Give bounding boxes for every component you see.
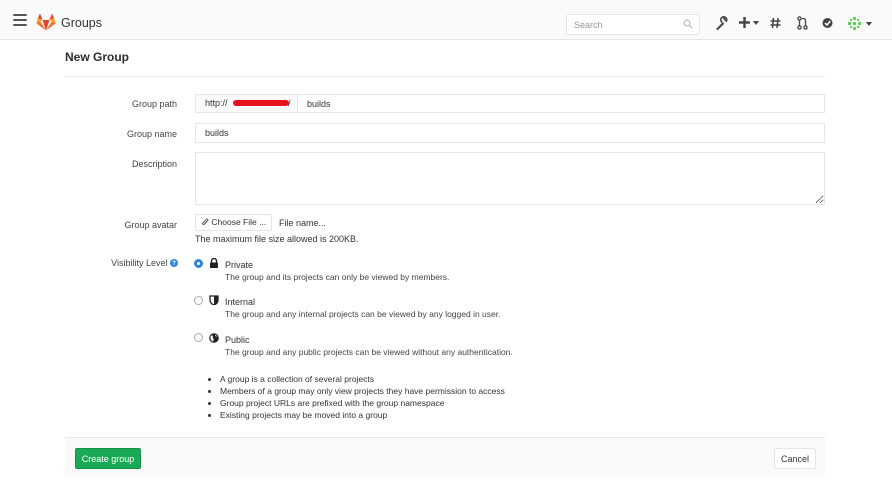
svg-text:?: ? (172, 261, 176, 267)
todo-check-icon[interactable] (822, 15, 833, 31)
plus-icon (739, 17, 750, 28)
cancel-button[interactable]: Cancel (774, 448, 816, 469)
group-name-input[interactable] (195, 123, 825, 143)
user-avatar (847, 16, 862, 31)
visibility-internal-title: Internal (225, 297, 256, 307)
visibility-level-label: Visibility Level ? (111, 258, 178, 268)
group-avatar-label: Group avatar (124, 220, 177, 230)
title-divider (65, 76, 825, 77)
paperclip-icon (202, 218, 209, 225)
gitlab-logo[interactable] (36, 13, 56, 31)
visibility-private-title: Private (225, 260, 254, 270)
description-label: Description (131, 159, 177, 169)
redacted-host (233, 100, 289, 106)
visibility-level-text: Visibility Level (111, 258, 168, 268)
chevron-down-icon (866, 22, 872, 26)
visibility-public-radio[interactable] (194, 333, 203, 342)
group-path-prefix-text: http:// (205, 98, 228, 108)
list-item: Group project URLs are prefixed with the… (220, 397, 505, 409)
group-path-label: Group path (131, 99, 177, 109)
merge-request-icon[interactable] (797, 15, 808, 31)
page-title: New Group (65, 50, 130, 64)
avatar-size-help: The maximum file size allowed is 200KB. (195, 234, 359, 244)
visibility-internal-desc: The group and any internal projects can … (225, 309, 501, 319)
list-item: Members of a group may only view project… (220, 385, 505, 397)
visibility-public-desc: The group and any public projects can be… (225, 347, 513, 357)
list-item: Existing projects may be moved into a gr… (220, 409, 505, 421)
visibility-private-desc: The group and its projects can only be v… (225, 272, 450, 282)
description-textarea[interactable] (195, 152, 825, 205)
group-info-list: A group is a collection of several proje… (211, 373, 505, 421)
app-title[interactable]: Groups (61, 16, 102, 30)
group-path-prefix-slash: / (288, 98, 291, 108)
create-group-button[interactable]: Create group (75, 448, 141, 469)
search-input[interactable] (567, 15, 684, 35)
chevron-down-icon (753, 21, 759, 25)
group-name-label: Group name (126, 129, 177, 139)
shield-icon (209, 295, 219, 305)
visibility-internal-radio[interactable] (194, 296, 203, 305)
search-box[interactable] (566, 14, 700, 35)
form-actions: Create group Cancel (65, 437, 825, 477)
hash-icon[interactable] (770, 15, 781, 31)
file-name-text: File name... (279, 218, 327, 228)
top-navbar: Groups (0, 0, 892, 40)
lock-icon (210, 258, 218, 268)
group-path-prefix: http:// / (195, 94, 298, 113)
search-icon (683, 19, 693, 29)
plus-dropdown[interactable] (739, 15, 761, 31)
list-item: A group is a collection of several proje… (220, 373, 505, 385)
group-path-input[interactable] (298, 94, 825, 113)
wrench-icon[interactable] (716, 15, 728, 31)
globe-icon (209, 333, 219, 343)
visibility-private-radio[interactable] (194, 259, 203, 268)
visibility-public-title: Public (225, 335, 250, 345)
user-menu[interactable] (847, 15, 873, 31)
choose-file-label: Choose File ... (211, 217, 267, 227)
choose-file-button[interactable]: Choose File ... (195, 214, 272, 231)
hamburger-icon[interactable] (13, 14, 27, 26)
question-circle-icon[interactable]: ? (170, 259, 178, 267)
